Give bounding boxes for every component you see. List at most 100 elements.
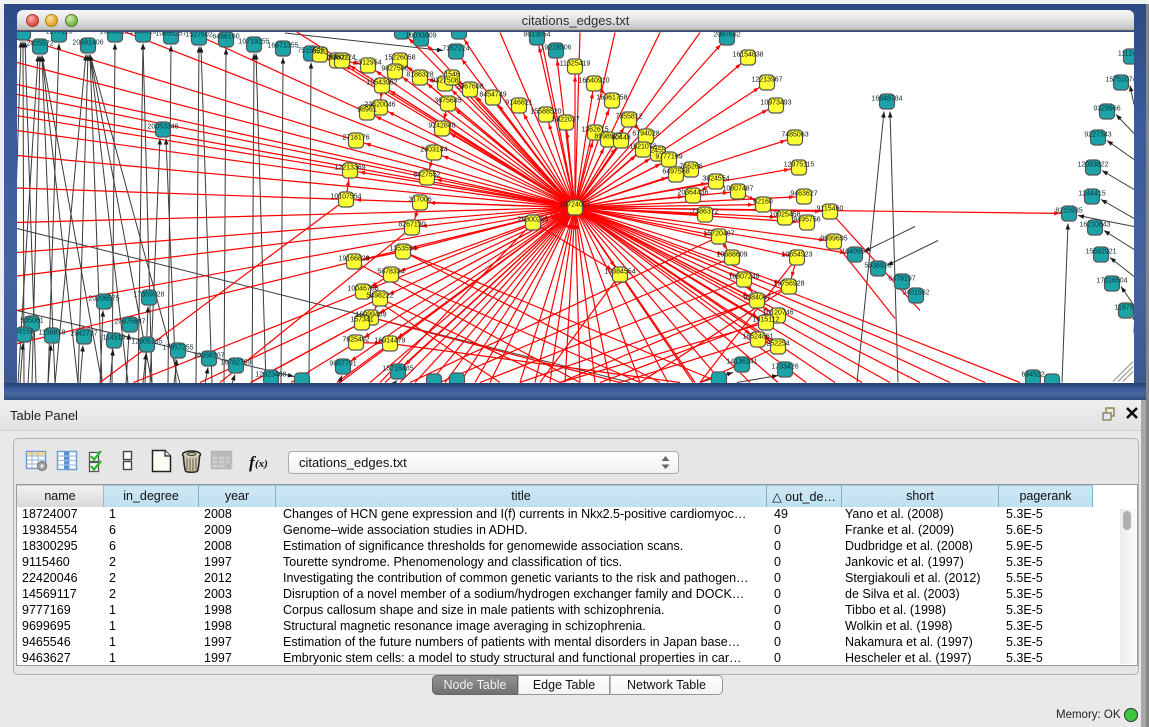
svg-text:7625402: 7625402 bbox=[342, 336, 369, 343]
svg-text:9242848: 9242848 bbox=[428, 122, 455, 129]
svg-text:(x): (x) bbox=[255, 458, 268, 470]
svg-text:15588520: 15588520 bbox=[530, 108, 561, 115]
svg-text:12213967: 12213967 bbox=[751, 76, 782, 83]
svg-text:9777169: 9777169 bbox=[655, 153, 682, 160]
svg-text:5912954: 5912954 bbox=[354, 59, 381, 66]
svg-text:252254: 252254 bbox=[766, 340, 789, 347]
svg-text:114519: 114519 bbox=[103, 334, 126, 341]
svg-text:3675685: 3675685 bbox=[434, 97, 461, 104]
svg-text:16033809: 16033809 bbox=[405, 32, 436, 39]
svg-text:9327508: 9327508 bbox=[431, 77, 458, 84]
svg-text:10807487: 10807487 bbox=[722, 185, 753, 192]
svg-text:14136141: 14136141 bbox=[726, 358, 757, 365]
svg-text:26300283: 26300283 bbox=[517, 216, 548, 223]
svg-text:15692921: 15692921 bbox=[1085, 248, 1116, 255]
svg-text:19218506: 19218506 bbox=[540, 44, 571, 51]
svg-text:2718176: 2718176 bbox=[342, 134, 369, 141]
svg-text:8215935: 8215935 bbox=[1055, 207, 1082, 214]
svg-text:16210643: 16210643 bbox=[1079, 221, 1110, 228]
svg-text:12213369: 12213369 bbox=[334, 164, 365, 171]
svg-text:9115460: 9115460 bbox=[817, 205, 844, 212]
svg-text:6794028: 6794028 bbox=[632, 130, 659, 137]
svg-text:10688609: 10688609 bbox=[716, 251, 747, 258]
svg-text:62160: 62160 bbox=[753, 198, 773, 205]
svg-text:2803144: 2803144 bbox=[420, 146, 447, 153]
svg-text:19384554: 19384554 bbox=[604, 268, 635, 275]
svg-text:12923468: 12923468 bbox=[255, 371, 286, 378]
svg-text:8427552: 8427552 bbox=[413, 171, 440, 178]
svg-text:9495756: 9495756 bbox=[793, 216, 820, 223]
svg-text:7955812: 7955812 bbox=[615, 113, 642, 120]
svg-text:20691406: 20691406 bbox=[72, 39, 103, 46]
svg-text:9463627: 9463627 bbox=[790, 190, 817, 197]
svg-text:6466160: 6466160 bbox=[212, 33, 239, 40]
svg-text:1277119: 1277119 bbox=[46, 32, 73, 36]
svg-text:20053346: 20053346 bbox=[147, 123, 178, 130]
svg-text:2087682: 2087682 bbox=[713, 32, 740, 39]
svg-text:16914479: 16914479 bbox=[374, 337, 405, 344]
svg-text:16154838: 16154838 bbox=[732, 51, 763, 58]
svg-text:15720407: 15720407 bbox=[703, 230, 734, 237]
svg-text:10543962: 10543962 bbox=[366, 79, 397, 86]
svg-text:118753: 118753 bbox=[1115, 304, 1134, 311]
svg-text:16640910: 16640910 bbox=[578, 77, 609, 84]
svg-text:1362615: 1362615 bbox=[581, 126, 608, 133]
svg-text:10719155: 10719155 bbox=[238, 38, 269, 45]
svg-text:2942737: 2942737 bbox=[70, 330, 97, 337]
svg-text:20975887: 20975887 bbox=[114, 318, 145, 325]
svg-text:12975115: 12975115 bbox=[784, 161, 815, 168]
svg-text:1527602: 1527602 bbox=[185, 32, 212, 39]
svg-text:18724007: 18724007 bbox=[559, 201, 590, 208]
svg-text:7485063: 7485063 bbox=[781, 131, 808, 138]
svg-text:9146821: 9146821 bbox=[505, 99, 532, 106]
svg-text:9827506: 9827506 bbox=[381, 65, 408, 72]
svg-text:19166829: 19166829 bbox=[338, 255, 369, 262]
svg-text:9329966: 9329966 bbox=[1093, 105, 1120, 112]
svg-text:39159: 39159 bbox=[17, 328, 34, 335]
svg-text:1035313: 1035313 bbox=[129, 32, 156, 36]
svg-text:9857791: 9857791 bbox=[329, 360, 356, 367]
svg-text:12093822: 12093822 bbox=[1077, 161, 1108, 168]
svg-text:17016504: 17016504 bbox=[1096, 277, 1127, 284]
svg-text:17957255: 17957255 bbox=[162, 344, 193, 351]
svg-text:16648784: 16648784 bbox=[871, 95, 902, 102]
svg-text:6497568: 6497568 bbox=[662, 168, 689, 175]
svg-text:5878334: 5878334 bbox=[377, 268, 404, 275]
svg-text:17359928: 17359928 bbox=[133, 291, 164, 298]
svg-text:10958107: 10958107 bbox=[193, 352, 224, 359]
svg-text:8267130: 8267130 bbox=[398, 221, 425, 228]
svg-text:5938923: 5938923 bbox=[864, 262, 891, 269]
svg-text:5822037: 5822037 bbox=[552, 116, 579, 123]
svg-text:11325419: 11325419 bbox=[560, 60, 591, 67]
svg-text:15751074: 15751074 bbox=[1105, 76, 1134, 83]
svg-text:98961: 98961 bbox=[357, 106, 377, 113]
svg-text:8454749: 8454749 bbox=[479, 91, 506, 98]
svg-text:90448: 90448 bbox=[611, 134, 631, 141]
svg-text:3824554: 3824554 bbox=[702, 175, 729, 182]
svg-text:7357224: 7357224 bbox=[442, 45, 469, 52]
svg-text:1112456: 1112456 bbox=[1118, 50, 1134, 57]
svg-text:18807249: 18807249 bbox=[728, 273, 759, 280]
svg-text:15226058: 15226058 bbox=[384, 54, 415, 61]
svg-text:20516697: 20516697 bbox=[17, 32, 39, 34]
svg-text:16671355: 16671355 bbox=[267, 42, 298, 49]
svg-text:1615112: 1615112 bbox=[753, 316, 780, 323]
svg-text:9699695: 9699695 bbox=[820, 235, 847, 242]
svg-text:1156819: 1156819 bbox=[39, 329, 66, 336]
svg-text:535061: 535061 bbox=[20, 317, 43, 324]
svg-text:1353594: 1353594 bbox=[389, 245, 416, 252]
svg-text:20364436: 20364436 bbox=[677, 189, 708, 196]
svg-text:15716485: 15716485 bbox=[382, 365, 413, 372]
svg-text:16120746: 16120746 bbox=[762, 309, 793, 316]
svg-text:19654923: 19654923 bbox=[781, 251, 812, 258]
svg-text:7386372: 7386372 bbox=[691, 208, 718, 215]
svg-text:9227343: 9227343 bbox=[1084, 131, 1111, 138]
svg-text:1244415: 1244415 bbox=[1078, 190, 1105, 197]
svg-text:9401562: 9401562 bbox=[902, 289, 929, 296]
svg-text:2967608: 2967608 bbox=[456, 83, 483, 90]
svg-text:157341: 157341 bbox=[350, 316, 373, 323]
svg-text:12905135: 12905135 bbox=[131, 338, 162, 345]
svg-text:16782759: 16782759 bbox=[220, 359, 251, 366]
svg-text:317006: 317006 bbox=[408, 196, 431, 203]
svg-text:5498222: 5498222 bbox=[366, 292, 393, 299]
